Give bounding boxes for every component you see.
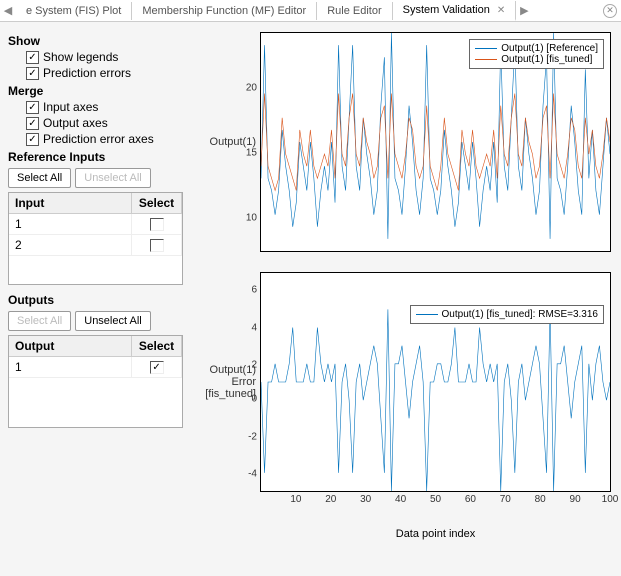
input-select-checkbox[interactable]: [150, 218, 164, 231]
check-icon: ✓: [26, 67, 39, 80]
tab-label: System Validation: [403, 4, 490, 16]
ytick: 6: [237, 285, 257, 296]
xtick: 40: [395, 494, 406, 505]
chart2-ylabel: Output(1) Error [fis_tuned]: [200, 272, 260, 492]
tab-system-validation[interactable]: System Validation ✕: [393, 1, 517, 21]
output-select-checkbox[interactable]: ✓: [150, 361, 164, 374]
xtick: 60: [465, 494, 476, 505]
output-col-header: Output: [9, 336, 132, 357]
xtick: 10: [290, 494, 301, 505]
select-col-header: Select: [132, 336, 182, 357]
ytick: 10: [237, 213, 257, 224]
chart2-plot[interactable]: -4 -2 0 2 4 6 10 20 30 40 50 60 70 80 90…: [260, 272, 611, 492]
checkbox-input-axes[interactable]: ✓ Input axes: [26, 100, 192, 114]
select-all-outputs-button: Select All: [8, 311, 71, 331]
xtick: 20: [325, 494, 336, 505]
check-icon: ✓: [26, 133, 39, 146]
check-label: Prediction error axes: [43, 132, 154, 146]
ytick: 0: [237, 394, 257, 405]
input-col-header: Input: [9, 193, 132, 214]
ytick: 15: [237, 147, 257, 158]
check-label: Input axes: [43, 100, 98, 114]
legend-line-icon: [475, 59, 497, 60]
xtick: 30: [360, 494, 371, 505]
ytick: 2: [237, 359, 257, 370]
ytick: 20: [237, 82, 257, 93]
legend-label: Output(1) [fis_tuned]: [501, 54, 592, 65]
xtick: 70: [500, 494, 511, 505]
legend-label: Output(1) [Reference]: [501, 43, 598, 54]
input-cell: 2: [9, 235, 132, 256]
input-cell: 1: [9, 214, 132, 235]
xtick: 50: [430, 494, 441, 505]
ytick: -4: [237, 468, 257, 479]
tab-fis-plot[interactable]: e System (FIS) Plot: [16, 2, 132, 20]
output-cell: 1: [9, 357, 132, 378]
checkbox-pred-error-axes[interactable]: ✓ Prediction error axes: [26, 132, 192, 146]
unselect-all-outputs-button[interactable]: Unselect All: [75, 311, 150, 331]
chart1-legend[interactable]: Output(1) [Reference] Output(1) [fis_tun…: [469, 39, 604, 69]
chart2-xlabel: Data point index: [260, 528, 611, 540]
input-select-checkbox[interactable]: [150, 239, 164, 252]
outputs-heading: Outputs: [8, 293, 192, 307]
checkbox-output-axes[interactable]: ✓ Output axes: [26, 116, 192, 130]
table-row: 1 ✓: [9, 357, 182, 378]
show-heading: Show: [8, 34, 192, 48]
tab-prev[interactable]: ◀: [0, 4, 16, 17]
legend-line-icon: [416, 314, 438, 315]
outputs-table: Output Select 1 ✓: [8, 335, 183, 428]
tab-rule-editor[interactable]: Rule Editor: [317, 2, 392, 20]
table-row: 1: [9, 214, 182, 235]
check-icon: ✓: [26, 51, 39, 64]
ytick: 4: [237, 322, 257, 333]
tab-next[interactable]: ▶: [516, 4, 532, 17]
select-col-header: Select: [132, 193, 182, 214]
panel-close-icon[interactable]: ✕: [603, 4, 617, 18]
inputs-table: Input Select 1 2: [8, 192, 183, 285]
chart1-plot[interactable]: 10 15 20 Output(1) [Reference] Output(1)…: [260, 32, 611, 252]
xtick: 100: [602, 494, 619, 505]
merge-heading: Merge: [8, 84, 192, 98]
xtick: 90: [570, 494, 581, 505]
checkbox-show-legends[interactable]: ✓ Show legends: [26, 50, 192, 64]
checkbox-prediction-errors[interactable]: ✓ Prediction errors: [26, 66, 192, 80]
ytick: -2: [237, 431, 257, 442]
check-label: Prediction errors: [43, 66, 131, 80]
chart2-legend[interactable]: Output(1) [fis_tuned]: RMSE=3.316: [410, 305, 604, 324]
check-label: Show legends: [43, 50, 118, 64]
table-row: 2: [9, 235, 182, 256]
close-icon[interactable]: ✕: [497, 5, 505, 16]
select-all-inputs-button[interactable]: Select All: [8, 168, 71, 188]
unselect-all-inputs-button: Unselect All: [75, 168, 150, 188]
ref-inputs-heading: Reference Inputs: [8, 150, 192, 164]
check-icon: ✓: [26, 101, 39, 114]
legend-line-icon: [475, 48, 497, 49]
tab-mf-editor[interactable]: Membership Function (MF) Editor: [132, 2, 317, 20]
check-label: Output axes: [43, 116, 108, 130]
xtick: 80: [535, 494, 546, 505]
check-icon: ✓: [26, 117, 39, 130]
legend-label: Output(1) [fis_tuned]: RMSE=3.316: [442, 309, 598, 320]
